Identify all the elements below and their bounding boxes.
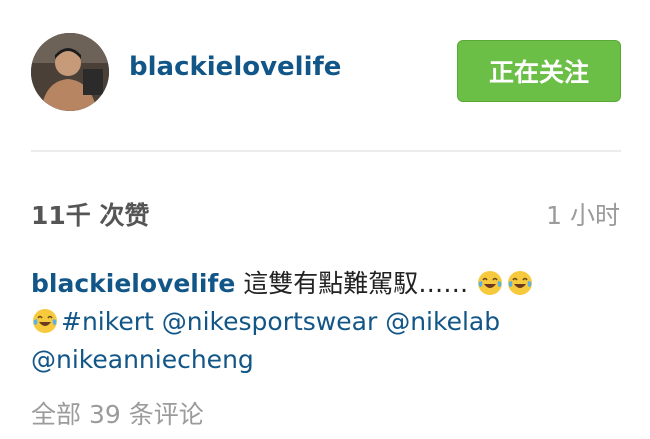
following-button[interactable]: 正在关注 <box>457 40 621 102</box>
post-header: blackielovelife 正在关注 <box>0 0 650 150</box>
post-time: 1 小时 <box>546 201 620 230</box>
caption-username[interactable]: blackielovelife <box>31 269 235 298</box>
caption-text: 這雙有點難駕馭…… <box>243 269 469 298</box>
mention-link[interactable]: @nikeanniecheng <box>31 345 254 374</box>
avatar[interactable] <box>31 33 109 111</box>
divider <box>31 150 621 152</box>
tears-of-joy-emoji-icon <box>478 271 503 295</box>
avatar-photo <box>31 33 109 111</box>
caption: blackielovelife 這雙有點難駕馭…… #nikert @nikes… <box>31 265 621 379</box>
tears-of-joy-emoji-icon <box>508 271 533 295</box>
tears-of-joy-emoji-icon <box>33 309 57 333</box>
mention-link[interactable]: @nikelab <box>385 307 500 336</box>
mention-link[interactable]: @nikesportswear <box>162 307 377 336</box>
hashtag-link[interactable]: #nikert <box>61 307 154 336</box>
post-username[interactable]: blackielovelife <box>129 52 341 82</box>
view-all-comments-link[interactable]: 全部 39 条评论 <box>31 395 204 431</box>
likes-count[interactable]: 11千 次赞 <box>31 196 150 232</box>
